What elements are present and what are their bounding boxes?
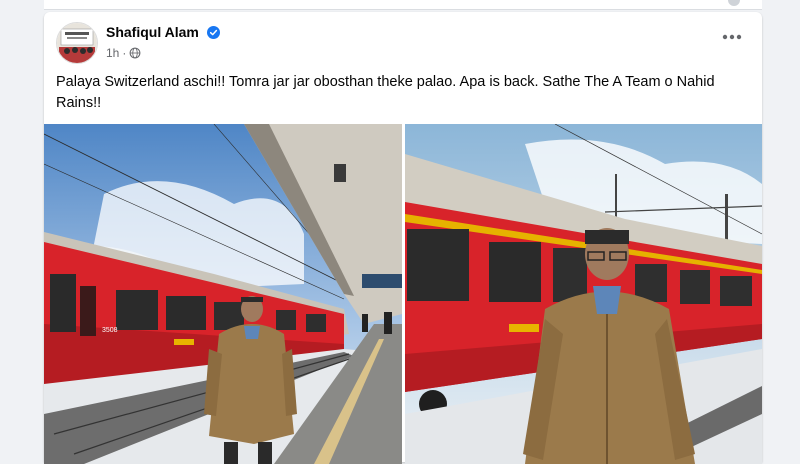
photo-left[interactable]: 3508 xyxy=(44,124,402,464)
more-options-icon[interactable] xyxy=(720,30,744,44)
reaction-icon xyxy=(728,0,740,6)
photo-right[interactable] xyxy=(405,124,762,464)
globe-icon[interactable] xyxy=(129,47,141,59)
post-meta: 1h · xyxy=(106,46,141,60)
post-timestamp[interactable]: 1h xyxy=(106,46,119,60)
avatar[interactable] xyxy=(56,22,98,64)
author-name[interactable]: Shafiqul Alam xyxy=(106,24,199,40)
previous-post-edge xyxy=(44,0,762,10)
verified-badge-icon xyxy=(207,26,220,39)
post-card: Shafiqul Alam 1h · Palaya Switzerland as… xyxy=(44,12,762,464)
post-text: Palaya Switzerland aschi!! Tomra jar jar… xyxy=(56,74,715,111)
meta-separator: · xyxy=(122,46,127,60)
train-number: 3508 xyxy=(102,327,118,334)
